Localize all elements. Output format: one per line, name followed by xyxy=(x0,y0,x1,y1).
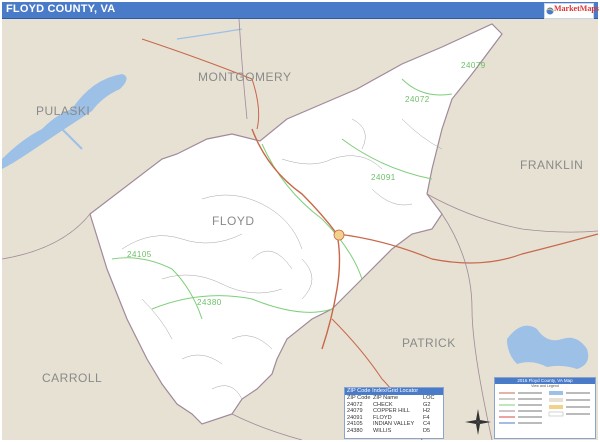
lake-water xyxy=(2,74,127,169)
county-label-patrick: PATRICK xyxy=(402,336,456,350)
county-label-floyd: FLOYD xyxy=(212,214,255,228)
title-bar: FLOYD COUNTY, VA MarketMaps xyxy=(2,2,599,19)
county-boundary xyxy=(426,193,598,233)
county-label-carroll: CARROLL xyxy=(42,371,103,385)
publisher-logo: MarketMaps xyxy=(544,3,599,19)
river-water xyxy=(61,128,83,150)
compass-rose-icon xyxy=(465,409,491,435)
county-boundary xyxy=(441,213,493,440)
zip-label-24072: 24072 xyxy=(405,95,430,104)
county-boundary xyxy=(2,213,91,260)
zip-label-24079: 24079 xyxy=(461,61,486,70)
map-title: FLOYD COUNTY, VA xyxy=(6,3,116,15)
stream-water xyxy=(176,28,243,40)
map-key: 2016 Floyd County, VA Map View and Legen… xyxy=(494,377,596,439)
floyd-town-marker[interactable] xyxy=(333,229,345,241)
county-label-pulaski: PULASKI xyxy=(36,104,91,118)
zip-name-cell: WILLIS xyxy=(373,427,392,434)
zip-label-24105: 24105 xyxy=(127,250,152,259)
county-label-franklin: FRANKLIN xyxy=(520,158,584,172)
county-label-montgomery: MONTGOMERY xyxy=(198,70,292,84)
zip-label-24091: 24091 xyxy=(371,173,396,182)
zip-code-cell: 24380 xyxy=(347,427,363,434)
logo-wordmark: MarketMaps xyxy=(554,4,599,13)
zip-index-table: ZIP Code Index/Grid Locator ZIP Code ZIP… xyxy=(344,387,444,439)
zip-loc-cell: D5 xyxy=(423,427,431,434)
county-boundary xyxy=(231,413,303,440)
map-page: FLOYD COUNTY, VA MarketMaps MONTGOMERY P… xyxy=(0,0,600,442)
zip-label-24380: 24380 xyxy=(197,298,222,307)
floyd-county-area xyxy=(89,23,503,425)
table-row: 24380 WILLIS D5 xyxy=(345,428,443,435)
zip-index-header: ZIP Code Index/Grid Locator xyxy=(345,388,443,395)
map-key-symbols xyxy=(499,391,590,424)
reservoir-water xyxy=(507,325,589,369)
county-boundary xyxy=(238,19,248,120)
